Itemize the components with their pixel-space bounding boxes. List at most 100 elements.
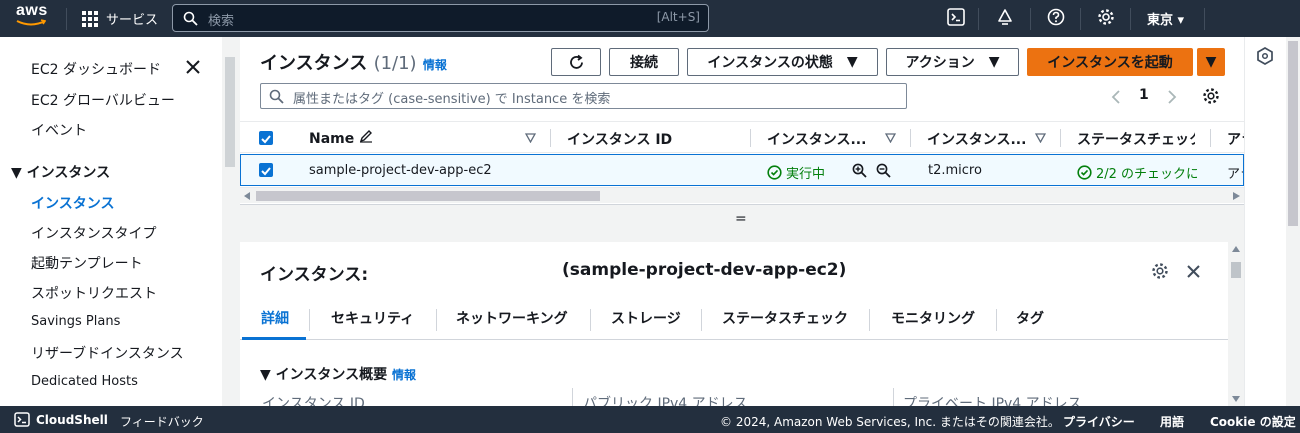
tab-status-checks[interactable]: ステータスチェック — [722, 308, 848, 328]
page-number[interactable]: 1 — [1139, 87, 1149, 103]
bell-icon[interactable] — [996, 8, 1014, 26]
search-icon — [183, 11, 198, 26]
info-link[interactable]: 情報 — [423, 58, 447, 72]
tab-tags[interactable]: タグ — [1016, 308, 1044, 328]
sidebar-item-dedicated-hosts[interactable]: Dedicated Hosts — [31, 374, 138, 389]
tab-security[interactable]: セキュリティ — [331, 308, 414, 328]
filter-placeholder: 属性またはタグ (case-sensitive) で Instance を検索 — [293, 92, 611, 107]
column-header-instance-type[interactable]: インスタンス... — [927, 129, 1030, 149]
sidebar-item-global-view[interactable]: EC2 グローバルビュー — [31, 90, 175, 110]
top-navigation: aws サービス 検索 [Alt+S] 東京 ▾ — [0, 0, 1300, 37]
sidebar-item-events[interactable]: イベント — [31, 120, 87, 140]
table-row[interactable]: sample-project-dev-app-ec2 実行中 t2.micro … — [240, 154, 1244, 186]
cell-alarm: アラ — [1227, 167, 1243, 182]
sort-icon[interactable] — [1035, 133, 1046, 143]
sidebar-scrollbar[interactable] — [222, 37, 238, 406]
page-scrollbar[interactable] — [1286, 37, 1300, 406]
services-label: サービス — [106, 13, 159, 28]
sidebar-item-reserved-instances[interactable]: リザーブドインスタンス — [31, 343, 184, 363]
region-selector[interactable]: 東京 ▾ — [1147, 9, 1184, 28]
close-icon[interactable] — [1186, 264, 1201, 279]
main-content: インスタンス (1/1) 情報 接続 インスタンスの状態 ▼ アクション ▼ インス… — [240, 37, 1244, 406]
sidebar-item-savings-plans[interactable]: Savings Plans — [31, 314, 120, 329]
feedback-link[interactable]: フィードバック — [120, 413, 204, 430]
column-header-instance-id[interactable]: インスタンス ID — [567, 129, 737, 149]
refresh-button[interactable] — [551, 48, 601, 76]
cell-instance-type[interactable]: t2.micro — [928, 163, 982, 178]
table-header: Name インスタンス ID インスタンス... インスタンス... ステータス… — [240, 121, 1244, 153]
cloudshell-icon[interactable] — [947, 8, 965, 26]
global-search-input[interactable]: 検索 [Alt+S] — [172, 4, 709, 32]
instance-detail-panel: インスタンス: (sample-project-dev-app-ec2) 詳細 … — [240, 242, 1228, 406]
instances-panel: インスタンス (1/1) 情報 接続 インスタンスの状態 ▼ アクション ▼ インス… — [240, 37, 1244, 204]
aws-logo-text: aws — [16, 2, 48, 19]
column-name-label: Name — [309, 131, 355, 147]
column-header-instance-state[interactable]: インスタンス... — [767, 129, 877, 149]
sidebar: EC2 ダッシュボード EC2 グローバルビュー イベント ▼ インスタンス イ… — [0, 37, 222, 406]
section-instance-summary[interactable]: ▼ インスタンス概要 情報 — [260, 364, 416, 384]
active-tab-indicator — [242, 337, 306, 340]
cell-status-check: 2/2 のチェックに合格しました — [1077, 163, 1197, 182]
cloudshell-icon — [14, 412, 30, 427]
column-header-name[interactable]: Name — [309, 129, 373, 147]
sidebar-item-ec2-dashboard[interactable]: EC2 ダッシュボード — [31, 59, 161, 79]
instance-state-button[interactable]: インスタンスの状態 ▼ — [687, 48, 878, 76]
prev-page-icon[interactable] — [1110, 89, 1122, 105]
sidebar-item-instance-types[interactable]: インスタンスタイプ — [31, 223, 156, 243]
sort-icon[interactable] — [885, 133, 896, 143]
terms-link[interactable]: 用語 — [1160, 413, 1184, 430]
sidebar-item-spot-requests[interactable]: スポットリクエスト — [31, 283, 157, 303]
drag-handle-icon[interactable]: = — [735, 211, 747, 227]
search-shortcut: [Alt+S] — [656, 10, 700, 24]
zoom-out-icon[interactable] — [876, 163, 891, 178]
privacy-link[interactable]: プライバシー — [1063, 413, 1135, 430]
refresh-icon — [569, 54, 583, 69]
close-icon[interactable] — [185, 59, 201, 75]
cell-state: 実行中 — [767, 163, 825, 182]
hexagon-settings-icon[interactable] — [1257, 47, 1273, 65]
table-horizontal-scrollbar[interactable] — [240, 187, 1244, 203]
filter-search-input[interactable]: 属性またはタグ (case-sensitive) で Instance を検索 — [260, 83, 907, 109]
zoom-in-icon[interactable] — [852, 163, 867, 178]
tab-monitoring[interactable]: モニタリング — [891, 308, 975, 328]
sort-icon[interactable] — [525, 133, 536, 143]
select-all-checkbox[interactable] — [259, 131, 273, 145]
sidebar-item-launch-templates[interactable]: 起動テンプレート — [31, 253, 143, 273]
cell-name[interactable]: sample-project-dev-app-ec2 — [309, 163, 492, 178]
launch-dropdown-button[interactable]: ▼ — [1197, 48, 1225, 76]
help-icon[interactable] — [1047, 8, 1065, 26]
preferences-gear-icon[interactable] — [1202, 87, 1220, 105]
sidebar-item-instances[interactable]: インスタンス — [31, 193, 114, 213]
row-checkbox[interactable] — [259, 163, 273, 177]
copyright-text: © 2024, Amazon Web Services, Inc. またはその関… — [720, 415, 1060, 429]
actions-button[interactable]: アクション ▼ — [886, 48, 1019, 76]
instance-state-label: インスタンスの状態 — [707, 55, 833, 71]
cookie-settings-link[interactable]: Cookie の設定 — [1210, 413, 1296, 430]
instances-count: (1/1) — [373, 53, 417, 74]
info-link[interactable]: 情報 — [392, 368, 416, 382]
sidebar-section-instances[interactable]: ▼ インスタンス — [11, 162, 110, 182]
detail-scrollbar[interactable] — [1228, 242, 1244, 406]
cloudshell-link[interactable]: CloudShell — [36, 413, 108, 427]
page-title: インスタンス (1/1) 情報 — [260, 49, 447, 75]
tab-details[interactable]: 詳細 — [261, 308, 289, 328]
tab-networking[interactable]: ネットワーキング — [456, 308, 568, 328]
next-page-icon[interactable] — [1166, 89, 1178, 105]
grid-icon — [82, 10, 98, 27]
field-public-ipv4-label: パブリック IPv4 アドレス — [583, 396, 748, 406]
instances-title: インスタンス — [260, 53, 368, 74]
services-menu[interactable]: サービス — [82, 9, 158, 28]
tab-storage[interactable]: ストレージ — [611, 308, 681, 328]
column-header-status-check[interactable]: ステータスチェック — [1077, 129, 1195, 149]
detail-tabs: 詳細 セキュリティ ネットワーキング ストレージ ステータスチェック モニタリン… — [240, 302, 1228, 340]
search-icon — [269, 89, 284, 104]
section-title: インスタンス概要 — [275, 367, 388, 383]
connect-button[interactable]: 接続 — [609, 48, 679, 76]
column-header-alarm[interactable]: アラ — [1227, 129, 1244, 149]
gear-icon[interactable] — [1151, 262, 1169, 280]
gear-icon[interactable] — [1097, 8, 1115, 26]
split-panel-handle[interactable]: = — [240, 204, 1244, 242]
aws-logo[interactable]: aws — [16, 2, 50, 32]
launch-instance-button[interactable]: インスタンスを起動 — [1027, 48, 1193, 76]
caret-down-icon: ▼ — [988, 54, 1000, 70]
